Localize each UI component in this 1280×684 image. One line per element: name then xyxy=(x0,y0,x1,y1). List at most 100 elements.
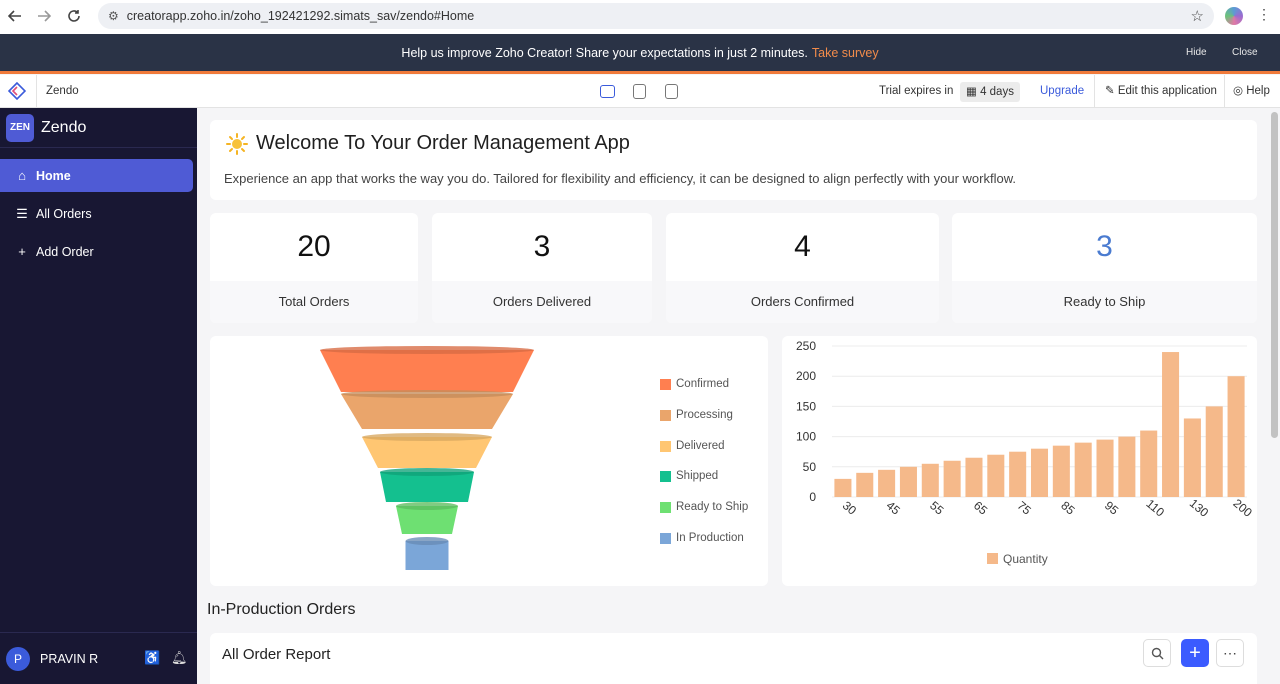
zoho-creator-logo-icon[interactable] xyxy=(8,82,26,100)
stat-value: 20 xyxy=(297,230,331,263)
more-options-button[interactable]: ⋯ xyxy=(1216,639,1244,667)
bar[interactable] xyxy=(1140,430,1158,497)
calendar-icon: ▦ xyxy=(966,86,981,98)
stat-card-orders-delivered: 3 Orders Delivered xyxy=(432,213,652,323)
bar[interactable] xyxy=(834,478,852,497)
bar[interactable] xyxy=(1009,451,1027,497)
take-survey-link[interactable]: Take survey xyxy=(812,46,879,60)
legend-label: Confirmed xyxy=(676,378,730,390)
sidebar-item-add-order[interactable]: + Add Order xyxy=(0,235,193,268)
y-tick-label: 100 xyxy=(796,430,816,444)
bar[interactable] xyxy=(899,466,917,497)
search-icon xyxy=(1151,647,1163,659)
app-name: Zendo xyxy=(36,75,79,108)
browser-menu-icon[interactable]: ⋮ xyxy=(1257,7,1271,21)
x-tick-label: 75 xyxy=(1015,498,1034,518)
legend-item-confirmed[interactable]: Confirmed xyxy=(660,378,729,390)
site-settings-icon[interactable]: ⚙ xyxy=(108,9,119,23)
trial-days: 4 days xyxy=(980,86,1014,98)
stat-value: 3 xyxy=(533,230,551,263)
stat-label: Total Orders xyxy=(210,281,418,323)
funnel-segment-shade xyxy=(380,468,474,476)
arrow-left-icon xyxy=(8,10,21,22)
search-button[interactable] xyxy=(1143,639,1171,667)
bar[interactable] xyxy=(1205,406,1223,497)
stat-value: 4 xyxy=(794,230,811,263)
bar[interactable] xyxy=(1162,352,1180,497)
accessibility-icon[interactable]: ♿ xyxy=(144,650,160,666)
edit-application-button[interactable]: ✎ Edit this application xyxy=(1094,75,1217,108)
sidebar-item-all-orders[interactable]: ☰ All Orders xyxy=(0,197,193,230)
pencil-icon: ✎ xyxy=(1105,85,1118,97)
funnel-segment[interactable] xyxy=(396,506,458,534)
survey-banner: Help us improve Zoho Creator! Share your… xyxy=(0,34,1280,74)
trial-days-badge: ▦ 4 days xyxy=(960,82,1020,102)
sidebar-item-label: Add Order xyxy=(36,244,94,259)
legend-item-processing[interactable]: Processing xyxy=(660,409,733,421)
report-title: All Order Report xyxy=(222,646,331,663)
funnel-segment[interactable] xyxy=(405,541,449,570)
reload-icon xyxy=(68,10,80,22)
close-banner-button[interactable]: Close xyxy=(1232,47,1258,58)
brand-name: Zendo xyxy=(41,118,87,136)
y-tick-label: 200 xyxy=(796,369,816,383)
hide-banner-button[interactable]: Hide xyxy=(1186,47,1207,58)
bar[interactable] xyxy=(1096,439,1114,497)
bar[interactable] xyxy=(1227,376,1245,497)
bar[interactable] xyxy=(1052,445,1070,497)
legend-item-shipped[interactable]: Shipped xyxy=(660,470,718,482)
funnel-segment[interactable] xyxy=(362,437,492,468)
user-name: PRAVIN R xyxy=(40,651,99,666)
legend-item-in-production[interactable]: In Production xyxy=(660,532,744,544)
reload-button[interactable] xyxy=(59,1,89,31)
bar[interactable] xyxy=(921,463,939,497)
stat-card-ready-to-ship: 3 Ready to Ship xyxy=(952,213,1257,323)
brand: ZEN Zendo xyxy=(0,108,197,148)
bar[interactable] xyxy=(1030,448,1049,497)
app-topbar: Zendo Trial expires in ▦ 4 days Upgrade … xyxy=(0,75,1280,108)
plus-icon: + xyxy=(1189,641,1201,664)
legend-label: Shipped xyxy=(676,470,719,482)
legend-item-delivered[interactable]: Delivered xyxy=(660,440,725,452)
report-card: All Order Report + ⋯ xyxy=(210,633,1257,684)
bar[interactable] xyxy=(965,457,983,497)
sidebar-item-home[interactable]: ⌂ Home xyxy=(0,159,193,192)
profile-avatar[interactable] xyxy=(1225,7,1243,25)
bell-icon[interactable]: 🔔︎ xyxy=(171,650,188,666)
legend-label[interactable]: Quantity xyxy=(1003,552,1048,566)
bar[interactable] xyxy=(1118,436,1136,497)
bar[interactable] xyxy=(987,454,1005,497)
avatar[interactable]: P xyxy=(6,646,30,671)
stat-card-orders-confirmed: 4 Orders Confirmed xyxy=(666,213,939,323)
bar[interactable] xyxy=(878,469,896,497)
x-tick-label: 85 xyxy=(1058,498,1077,518)
trial-label: Trial expires in xyxy=(879,85,954,97)
scrollbar[interactable] xyxy=(1271,112,1278,438)
sidebar-item-label: All Orders xyxy=(36,206,92,221)
legend-item-ready-to-ship[interactable]: Ready to Ship xyxy=(660,501,748,513)
y-tick-label: 50 xyxy=(803,460,817,474)
bar[interactable] xyxy=(1183,418,1201,497)
more-icon: ⋯ xyxy=(1223,644,1237,661)
funnel-segment[interactable] xyxy=(380,472,474,502)
bar[interactable] xyxy=(856,472,874,497)
browser-toolbar: ⚙ creatorapp.zoho.in/zoho_192421292.sima… xyxy=(0,0,1280,34)
back-button[interactable] xyxy=(0,1,30,31)
bar[interactable] xyxy=(943,460,961,497)
funnel-segment[interactable] xyxy=(341,394,513,429)
tablet-view-icon[interactable] xyxy=(633,84,646,99)
help-button[interactable]: ◎ Help xyxy=(1224,75,1270,108)
funnel-segment[interactable] xyxy=(320,350,534,392)
bookmark-star-icon[interactable]: ☆ xyxy=(1191,7,1204,25)
upgrade-link[interactable]: Upgrade xyxy=(1040,75,1084,108)
stat-label: Ready to Ship xyxy=(952,281,1257,323)
forward-button[interactable] xyxy=(29,1,59,31)
add-record-button[interactable]: + xyxy=(1181,639,1209,667)
desktop-view-icon[interactable] xyxy=(600,85,615,98)
stat-value: 3 xyxy=(1096,230,1113,263)
url-text: creatorapp.zoho.in/zoho_192421292.simats… xyxy=(126,9,475,23)
x-tick-label: 65 xyxy=(971,498,990,518)
address-bar[interactable]: ⚙ creatorapp.zoho.in/zoho_192421292.sima… xyxy=(98,3,1214,29)
mobile-view-icon[interactable] xyxy=(665,84,678,99)
bar[interactable] xyxy=(1074,442,1092,497)
